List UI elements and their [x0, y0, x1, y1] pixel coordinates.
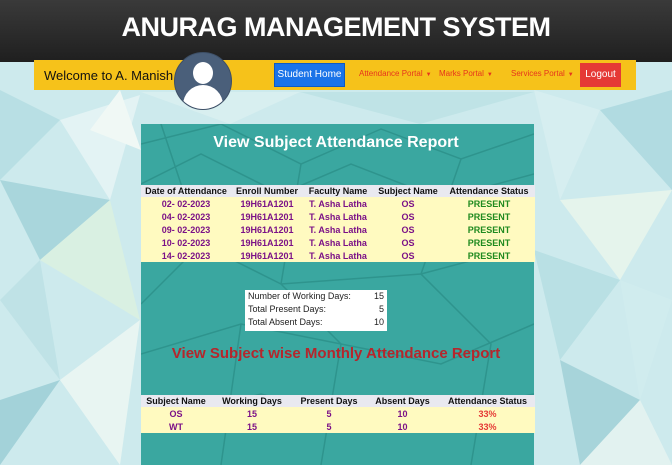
cell-date: 02- 02-2023 [141, 197, 231, 210]
cell-working: 15 [211, 420, 293, 433]
cell-faculty: T. Asha Latha [303, 236, 373, 249]
cell-enroll: 19H61A1201 [231, 223, 303, 236]
col-status: Attendance Status [443, 185, 535, 197]
present-days-label: Total Present Days: [248, 304, 327, 314]
app-title: ANURAG MANAGEMENT SYSTEM [121, 12, 551, 42]
cell-subject: OS [373, 249, 443, 262]
table-row: 04- 02-2023 19H61A1201 T. Asha Latha OS … [141, 210, 535, 223]
absent-days-label: Total Absent Days: [248, 317, 323, 327]
working-days-value: 15 [373, 291, 384, 301]
cell-subject: OS [141, 407, 211, 420]
table-header-row: Subject Name Working Days Present Days A… [141, 395, 535, 407]
attendance-portal-menu[interactable]: Attendance Portal ▼ [359, 69, 432, 78]
cell-status: PRESENT [443, 197, 535, 210]
cell-enroll: 19H61A1201 [231, 236, 303, 249]
cell-subject: OS [373, 223, 443, 236]
services-portal-menu[interactable]: Services Portal ▼ [511, 69, 574, 78]
services-portal-label: Services Portal [511, 69, 565, 78]
col-status: Attendance Status [440, 395, 535, 407]
cell-enroll: 19H61A1201 [231, 210, 303, 223]
app-header: ANURAG MANAGEMENT SYSTEM [0, 0, 672, 62]
cell-percent: 33% [440, 420, 535, 433]
cell-status: PRESENT [443, 249, 535, 262]
marks-portal-label: Marks Portal [439, 69, 484, 78]
caret-down-icon: ▼ [486, 72, 493, 78]
cell-faculty: T. Asha Latha [303, 223, 373, 236]
working-days-row: Number of Working Days: 15 [245, 291, 387, 303]
cell-date: 10- 02-2023 [141, 236, 231, 249]
present-days-value: 5 [378, 304, 384, 314]
table-row: 09- 02-2023 19H61A1201 T. Asha Latha OS … [141, 223, 535, 236]
attendance-portal-label: Attendance Portal [359, 69, 423, 78]
caret-down-icon: ▼ [567, 72, 574, 78]
cell-subject: OS [373, 236, 443, 249]
table-row: 02- 02-2023 19H61A1201 T. Asha Latha OS … [141, 197, 535, 210]
col-absent: Absent Days [365, 395, 440, 407]
table-row: 14- 02-2023 19H61A1201 T. Asha Latha OS … [141, 249, 535, 262]
cell-subject: OS [373, 210, 443, 223]
user-avatar-icon [174, 52, 232, 110]
present-days-row: Total Present Days: 5 [245, 304, 387, 316]
cell-subject: WT [141, 420, 211, 433]
cell-faculty: T. Asha Latha [303, 210, 373, 223]
logout-button[interactable]: Logout [580, 63, 621, 87]
working-days-label: Number of Working Days: [248, 291, 351, 301]
welcome-text: Welcome to A. Manish [44, 68, 174, 83]
cell-percent: 33% [440, 407, 535, 420]
cell-status: PRESENT [443, 210, 535, 223]
cell-faculty: T. Asha Latha [303, 249, 373, 262]
cell-absent: 10 [365, 407, 440, 420]
col-subject: Subject Name [373, 185, 443, 197]
col-subject: Subject Name [141, 395, 211, 407]
cell-enroll: 19H61A1201 [231, 249, 303, 262]
cell-enroll: 19H61A1201 [231, 197, 303, 210]
absent-days-row: Total Absent Days: 10 [245, 317, 387, 329]
monthly-table: Subject Name Working Days Present Days A… [141, 395, 535, 433]
table-row: OS 15 5 10 33% [141, 407, 535, 420]
table-header-row: Date of Attendance Enroll Number Faculty… [141, 185, 535, 197]
cell-present: 5 [293, 420, 365, 433]
cell-status: PRESENT [443, 236, 535, 249]
col-present: Present Days [293, 395, 365, 407]
cell-date: 04- 02-2023 [141, 210, 231, 223]
attendance-summary-box: Number of Working Days: 15 Total Present… [245, 290, 387, 331]
cell-absent: 10 [365, 420, 440, 433]
table-row: 10- 02-2023 19H61A1201 T. Asha Latha OS … [141, 236, 535, 249]
table-row: WT 15 5 10 33% [141, 420, 535, 433]
absent-days-value: 10 [373, 317, 384, 327]
cell-present: 5 [293, 407, 365, 420]
attendance-report-title: View Subject Attendance Report [213, 134, 459, 151]
cell-date: 14- 02-2023 [141, 249, 231, 262]
cell-date: 09- 02-2023 [141, 223, 231, 236]
cell-status: PRESENT [443, 223, 535, 236]
cell-subject: OS [373, 197, 443, 210]
cell-working: 15 [211, 407, 293, 420]
student-home-button[interactable]: Student Home [274, 63, 345, 87]
col-faculty: Faculty Name [303, 185, 373, 197]
col-enroll: Enroll Number [231, 185, 303, 197]
monthly-report-title: View Subject wise Monthly Attendance Rep… [171, 345, 501, 362]
caret-down-icon: ▼ [425, 72, 432, 78]
attendance-table: Date of Attendance Enroll Number Faculty… [141, 185, 535, 262]
marks-portal-menu[interactable]: Marks Portal ▼ [439, 69, 493, 78]
col-working: Working Days [211, 395, 293, 407]
col-date: Date of Attendance [141, 185, 231, 197]
navbar: Welcome to A. Manish Student Home Attend… [34, 52, 636, 110]
cell-faculty: T. Asha Latha [303, 197, 373, 210]
